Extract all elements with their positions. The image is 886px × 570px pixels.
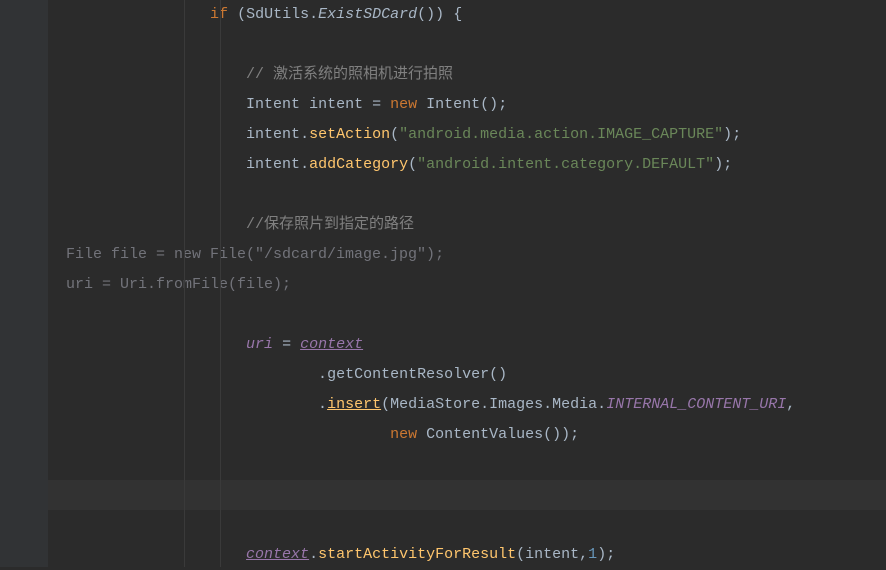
- dead-code-line-2: uri = Uri.fromFile(file);: [48, 276, 291, 293]
- semicolon: ;: [498, 96, 507, 113]
- number-1: 1: [588, 546, 597, 563]
- open-paren: (: [480, 96, 489, 113]
- method-getcontentresolver: getContentResolver: [327, 366, 489, 383]
- field-context: context: [300, 336, 363, 353]
- keyword-new: new: [390, 96, 417, 113]
- var-intent: intent: [246, 156, 300, 173]
- comment-save-photo: //保存照片到指定的路径: [246, 216, 414, 233]
- comment-activate-camera: // 激活系统的照相机进行拍照: [246, 66, 453, 83]
- method-addcategory: addCategory: [309, 156, 408, 173]
- var-intent: intent: [309, 96, 363, 113]
- op-assign: =: [363, 96, 390, 113]
- keyword-new: new: [390, 426, 417, 443]
- ctor-contentvalues: ContentValues: [426, 426, 543, 443]
- string-category-default: "android.intent.category.DEFAULT": [417, 156, 714, 173]
- indent-guide: [220, 0, 221, 567]
- close-paren: ): [426, 6, 435, 23]
- open-paren: (: [237, 6, 246, 23]
- class-mediastore: MediaStore: [390, 396, 480, 413]
- code-editor[interactable]: if (SdUtils.ExistSDCard()) { // 激活系统的照相机…: [48, 0, 886, 567]
- field-internal-content-uri: INTERNAL_CONTENT_URI: [606, 396, 786, 413]
- ctor-intent: Intent: [426, 96, 480, 113]
- indent-guide: [184, 0, 185, 567]
- type-intent: Intent: [246, 96, 300, 113]
- var-intent: intent: [246, 126, 300, 143]
- close-paren: ): [489, 96, 498, 113]
- field-uri: uri: [246, 336, 273, 353]
- field-context: context: [246, 546, 309, 563]
- class-sdutils: SdUtils: [246, 6, 309, 23]
- class-images: Images: [489, 396, 543, 413]
- open-brace: {: [453, 6, 462, 23]
- method-startactivityforresult: startActivityForResult: [318, 546, 516, 563]
- string-action-image-capture: "android.media.action.IMAGE_CAPTURE": [399, 126, 723, 143]
- method-setaction: setAction: [309, 126, 390, 143]
- close-paren: ): [435, 6, 444, 23]
- class-media: Media: [552, 396, 597, 413]
- dead-code-line-1: File file = new File("/sdcard/image.jpg"…: [48, 246, 444, 263]
- method-existsdcard: ExistSDCard: [318, 6, 417, 23]
- dot: .: [309, 6, 318, 23]
- gutter: [0, 0, 48, 567]
- method-insert: insert: [327, 396, 381, 413]
- open-paren: (: [417, 6, 426, 23]
- highlighted-line: [48, 480, 886, 510]
